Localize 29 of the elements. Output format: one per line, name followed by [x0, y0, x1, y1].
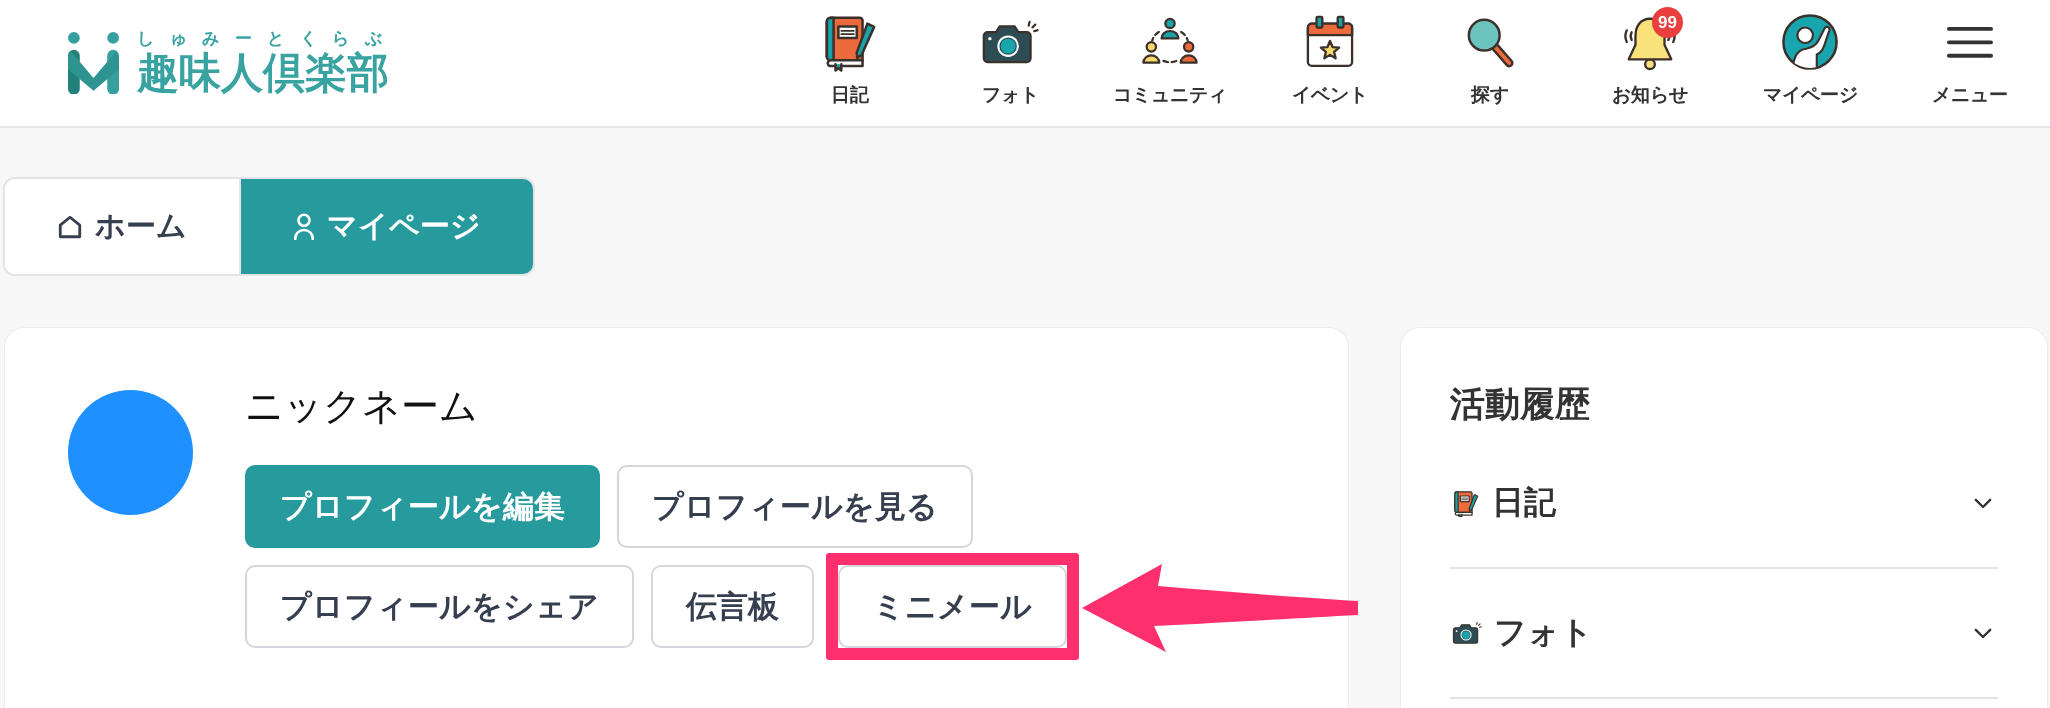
camera-icon: [1452, 620, 1482, 646]
nav-item[interactable]: 探す: [1460, 0, 1520, 126]
menu-icon: [1946, 25, 1994, 59]
nickname: ニックネーム: [245, 384, 479, 429]
nav-item[interactable]: 99 お知らせ: [1612, 0, 1688, 126]
person-circle-icon: [1781, 13, 1839, 71]
nav-item[interactable]: 日記: [820, 0, 880, 126]
accordion-header[interactable]: フォト: [1450, 569, 1998, 699]
accordion-header[interactable]: 日記: [1450, 439, 1998, 569]
nav-item[interactable]: マイページ: [1762, 0, 1858, 126]
nav-item[interactable]: コミュニティ: [1113, 0, 1227, 126]
action-button[interactable]: 伝言板: [651, 565, 814, 648]
action-button[interactable]: ミニメール: [838, 565, 1067, 648]
camera-icon: [981, 18, 1039, 66]
logo-text: 趣味人倶楽部: [137, 49, 390, 97]
logo-icon: [67, 31, 120, 95]
action-button[interactable]: プロフィールをシェア: [245, 565, 634, 648]
calendar-star-icon: [1305, 15, 1355, 69]
action-button[interactable]: プロフィールを見る: [617, 465, 973, 548]
logo-reading: しゅみーとくらぶ: [137, 29, 397, 49]
notification-badge: 99: [1652, 7, 1683, 38]
book-pencil-icon: [1452, 488, 1480, 518]
search-icon: [1465, 16, 1515, 68]
nav-item[interactable]: イベント: [1292, 0, 1368, 126]
home-icon: [57, 213, 83, 240]
person-icon: [293, 212, 315, 241]
section-title: 活動履歴: [1450, 383, 1591, 425]
nav-item[interactable]: フォト: [980, 0, 1040, 126]
nav-item[interactable]: メニュー: [1932, 0, 2008, 126]
